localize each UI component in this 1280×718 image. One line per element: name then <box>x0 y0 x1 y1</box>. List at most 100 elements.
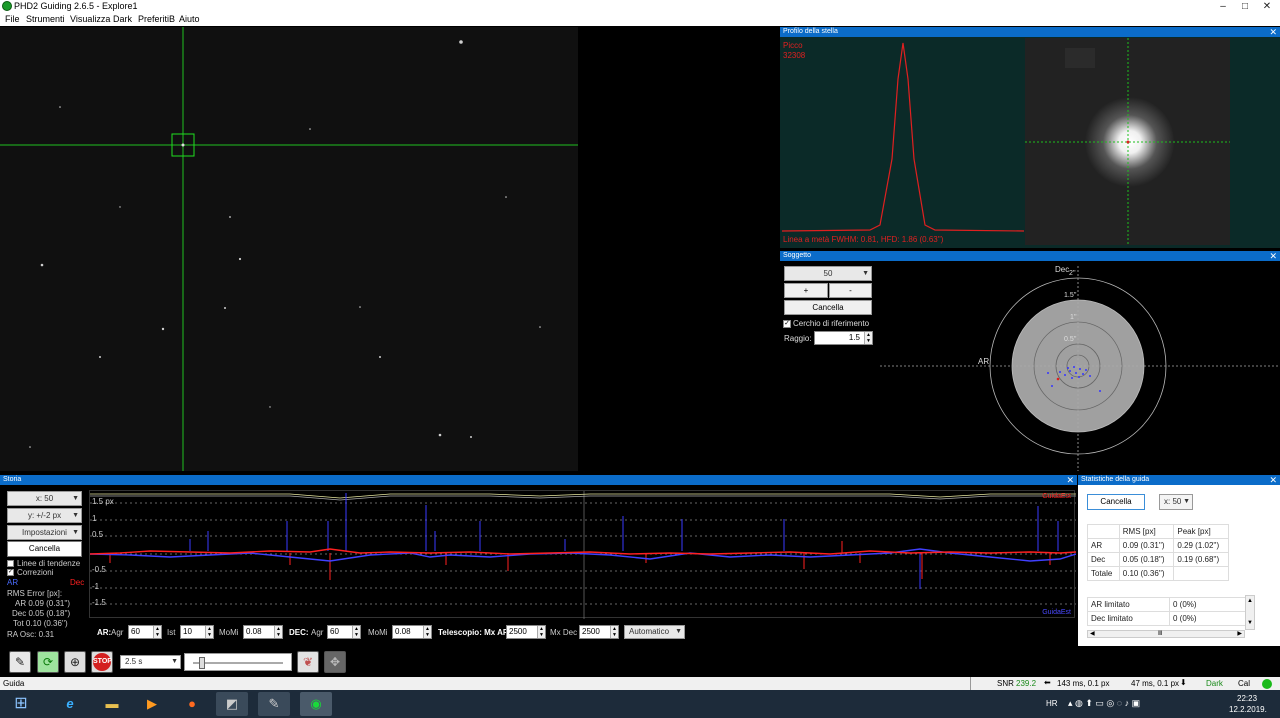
tick-1-5: 1.5'' <box>1064 292 1077 299</box>
menu-visualizza[interactable]: Visualizza <box>70 14 110 24</box>
close-icon[interactable]: ✕ <box>1269 475 1277 485</box>
dec-momi-input[interactable]: 0.08 ▲ ▼ <box>392 625 432 639</box>
menu-preferiti[interactable]: PreferitiB <box>138 14 175 24</box>
target-clear-button[interactable]: Cancella <box>784 300 872 315</box>
firefox-icon[interactable]: ● <box>176 692 208 716</box>
history-y-value: y: +/-2 px <box>27 511 62 520</box>
app-icon-2[interactable]: ✎ <box>258 692 290 716</box>
cal-indicator: Cal <box>1238 679 1251 688</box>
snr-value: 239.2 <box>1016 679 1037 688</box>
ie-icon[interactable]: e <box>54 692 86 716</box>
manual-guide-button[interactable]: ✥ <box>324 651 346 673</box>
menu-file[interactable]: File <box>5 14 20 24</box>
dpad-icon: ✥ <box>329 655 341 669</box>
maximize-button[interactable]: □ <box>1234 0 1256 13</box>
tray-icons[interactable]: ▴ ◍ ⬆ ▭ ◎ ◌ ♪ ▣ <box>1068 698 1140 709</box>
spin-arrows-icon[interactable]: ▲ ▼ <box>153 626 161 638</box>
pencil-icon: ✎ <box>14 655 26 669</box>
radius-input[interactable]: 1.5 ▲ ▼ <box>814 331 873 345</box>
brain-button[interactable]: ❦ <box>297 651 319 673</box>
exposure-select[interactable]: 2.5 s ▼ <box>120 655 181 669</box>
guide-button[interactable]: ⊕ <box>64 651 86 673</box>
language-indicator[interactable]: HR <box>1046 699 1058 708</box>
spin-arrows-icon[interactable]: ▲ ▼ <box>864 332 872 344</box>
history-graph[interactable]: 1.5 px 1 0.5 -0.5 -1 -1.5 GuidaEst Guida… <box>89 490 1076 619</box>
menu-aiuto[interactable]: Aiuto <box>179 14 200 24</box>
media-player-icon[interactable]: ▶ <box>136 692 168 716</box>
clock-date[interactable]: 12.2.2019. <box>1229 705 1267 714</box>
tick-2: 2'' <box>1069 270 1076 277</box>
stats-x-select[interactable]: x: 50 ▼ <box>1159 494 1193 510</box>
vertical-scrollbar[interactable]: ▲ ▼ <box>1245 595 1255 630</box>
history-title: Storia <box>3 476 22 483</box>
table-row: Totale 0.10 (0.36'') <box>1087 566 1229 581</box>
dec-agr-input[interactable]: 60 ▲ ▼ <box>327 625 361 639</box>
radius-label: Raggio: <box>784 334 812 343</box>
mx-ar-input[interactable]: 2500 ▲ ▼ <box>506 625 546 639</box>
loop-button[interactable]: ⟳ <box>37 651 59 673</box>
menu-strumenti[interactable]: Strumenti <box>26 14 65 24</box>
start-windows-icon[interactable]: ⊞ <box>5 692 37 716</box>
ra-osc: RA Osc: 0.31 <box>7 630 55 639</box>
scroll-right-icon[interactable]: ▶ <box>1237 631 1242 637</box>
ytick-neg-0-5: -0.5 <box>92 565 106 574</box>
history-clear-button[interactable]: Cancella <box>7 541 82 557</box>
ist-input[interactable]: 10 ▲ ▼ <box>180 625 214 639</box>
ist-value: 10 <box>183 627 192 636</box>
dark-indicator: Dark <box>1206 679 1223 688</box>
phd2-taskbar-icon[interactable]: ◉ <box>300 692 332 716</box>
chevron-down-icon: ▼ <box>72 529 79 536</box>
table-header <box>1087 524 1120 539</box>
close-icon[interactable]: ✕ <box>1269 27 1277 37</box>
chevron-down-icon: ▼ <box>675 628 682 635</box>
mx-dec-input[interactable]: 2500 ▲ ▼ <box>579 625 619 639</box>
target-zoom-select[interactable]: 50 ▼ <box>784 266 872 281</box>
zoom-out-button[interactable]: - <box>829 283 872 298</box>
app-icon-1[interactable]: ◩ <box>216 692 248 716</box>
ytick-1: 1 <box>92 514 97 523</box>
camera-image-view[interactable] <box>0 27 578 471</box>
clock-time[interactable]: 22:23 <box>1237 694 1257 703</box>
spin-arrows-icon[interactable]: ▲ ▼ <box>537 626 545 638</box>
minimize-button[interactable]: – <box>1212 0 1234 13</box>
spin-arrows-icon[interactable]: ▲ ▼ <box>205 626 213 638</box>
history-settings-select[interactable]: Impostazioni ▼ <box>7 525 82 540</box>
close-icon[interactable]: ✕ <box>1066 475 1074 485</box>
horizontal-scrollbar[interactable]: ◀ Ⅲ ▶ <box>1087 630 1245 638</box>
menu-dark[interactable]: Dark <box>113 14 132 24</box>
radius-value: 1.5 <box>848 333 860 342</box>
ref-circle-checkbox[interactable]: ✓ <box>783 320 791 328</box>
gamma-slider[interactable] <box>184 653 292 671</box>
history-x-select[interactable]: x: 50 ▼ <box>7 491 82 506</box>
history-y-select[interactable]: y: +/-2 px ▼ <box>7 508 82 523</box>
scroll-left-icon[interactable]: ◀ <box>1090 631 1095 637</box>
stop-button[interactable]: STOP <box>91 651 113 673</box>
table-header: Peak [px] <box>1173 524 1229 539</box>
trend-checkbox[interactable] <box>7 560 14 567</box>
profile-title: Profilo della stella <box>783 28 838 35</box>
stats-clear-button[interactable]: Cancella <box>1087 494 1145 510</box>
corrections-checkbox[interactable]: ✓ <box>7 569 14 576</box>
spin-arrows-icon[interactable]: ▲ ▼ <box>423 626 431 638</box>
close-icon[interactable]: ✕ <box>1269 251 1277 261</box>
rms-tot: Tot 0.10 (0.36'') <box>13 619 68 628</box>
table-cell: 0 (0%) <box>1169 611 1247 626</box>
spin-arrows-icon[interactable]: ▲ ▼ <box>610 626 618 638</box>
spin-arrows-icon[interactable]: ▲ ▼ <box>274 626 282 638</box>
close-button[interactable]: ✕ <box>1256 0 1278 13</box>
scope-label-text: Telescopio: Mx AR <box>438 628 509 637</box>
ar-agr-input[interactable]: 60 ▲ ▼ <box>128 625 162 639</box>
table-cell: AR limitato <box>1087 597 1170 612</box>
zoom-in-button[interactable]: + <box>784 283 828 298</box>
spin-arrows-icon[interactable]: ▲ ▼ <box>352 626 360 638</box>
loop-exposure-button[interactable]: ✎ <box>9 651 31 673</box>
limits-table: AR limitato 0 (0%) Dec limitato 0 (0%) <box>1087 597 1247 626</box>
star-thumbnail <box>1025 38 1230 245</box>
scroll-thumb-icon[interactable]: Ⅲ <box>1158 631 1162 637</box>
table-cell: 0.29 (1.02'') <box>1173 538 1229 553</box>
folder-icon[interactable]: ▬ <box>96 692 128 716</box>
chevron-down-icon: ▼ <box>72 512 79 519</box>
momi-input[interactable]: 0.08 ▲ ▼ <box>243 625 283 639</box>
guide-mode-select[interactable]: Automatico ▼ <box>624 625 685 639</box>
slider-thumb[interactable] <box>199 657 205 669</box>
